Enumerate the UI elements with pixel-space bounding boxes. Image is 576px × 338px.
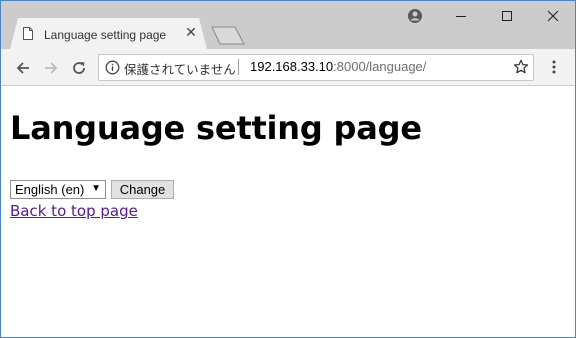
forward-button[interactable]: [41, 58, 61, 78]
kebab-menu-icon[interactable]: [548, 59, 560, 75]
arrow-right-icon: [45, 62, 58, 74]
minimize-button[interactable]: [438, 1, 484, 31]
minimize-icon: [456, 16, 466, 17]
url-host: 192.168.33.10: [250, 59, 334, 74]
back-button[interactable]: [13, 58, 33, 78]
close-icon: [547, 10, 559, 22]
close-window-button[interactable]: [530, 1, 575, 31]
url-text[interactable]: 192.168.33.10:8000/language/: [250, 59, 426, 74]
profile-icon[interactable]: [407, 8, 423, 24]
page-icon: [23, 27, 33, 40]
new-tab-button[interactable]: [211, 26, 245, 45]
tab-title: Language setting page: [44, 28, 167, 42]
dropdown-arrow-icon: ▼: [91, 183, 101, 194]
page-title: Language setting page: [10, 109, 422, 147]
browser-window: Language setting page ✕ 保護されていません 192.16…: [0, 0, 576, 338]
language-select[interactable]: English (en) ▼: [10, 180, 106, 199]
reload-icon: [73, 62, 85, 74]
address-divider: [238, 59, 239, 75]
maximize-icon: [502, 11, 512, 21]
url-path: :8000/language/: [333, 59, 427, 74]
change-button[interactable]: Change: [111, 180, 174, 199]
arrow-left-icon: [16, 62, 29, 74]
tab-close-icon[interactable]: ✕: [183, 25, 199, 41]
bookmark-star-icon[interactable]: [513, 59, 529, 75]
reload-button[interactable]: [69, 58, 89, 78]
language-select-value: English (en): [15, 182, 85, 197]
info-icon[interactable]: [105, 60, 120, 75]
back-to-top-link[interactable]: Back to top page: [10, 202, 138, 220]
maximize-button[interactable]: [484, 1, 530, 31]
security-status[interactable]: 保護されていません: [124, 59, 236, 78]
